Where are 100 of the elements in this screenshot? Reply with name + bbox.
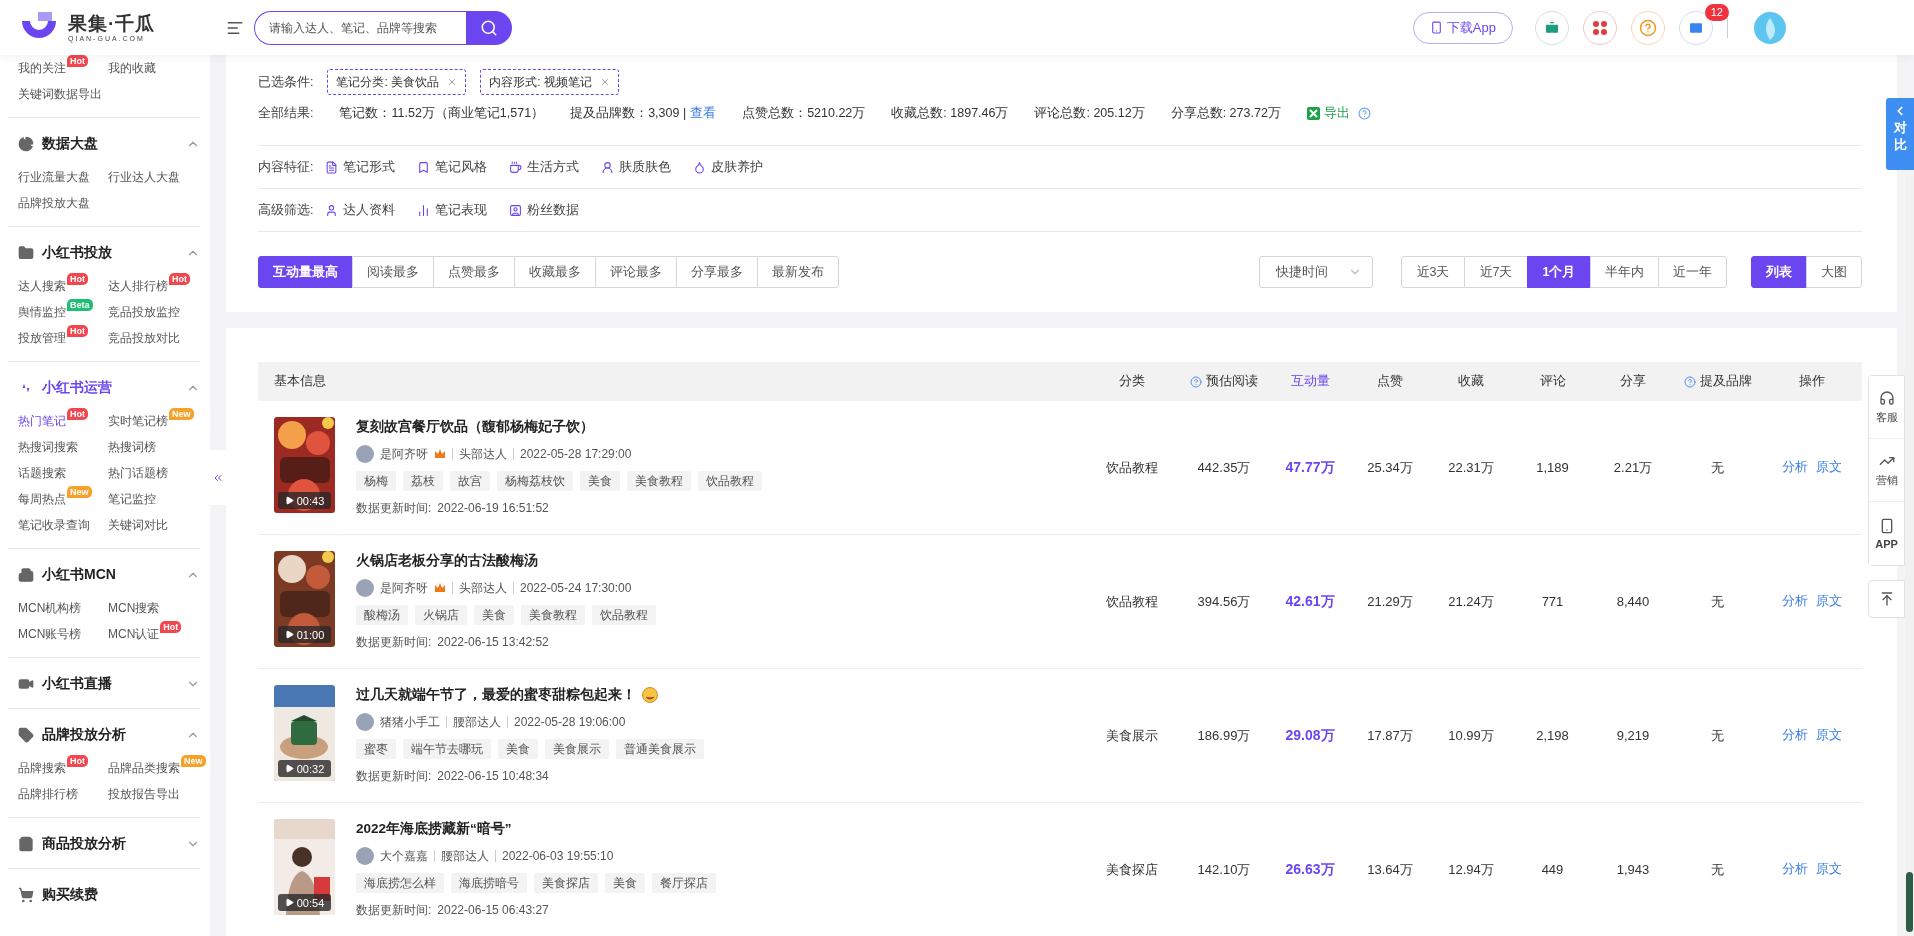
action-link[interactable]: 原文 (1816, 861, 1842, 878)
search-button[interactable] (466, 10, 512, 45)
sidebar-item[interactable]: 竞品投放监控 (108, 303, 180, 321)
action-link[interactable]: 分析 (1782, 727, 1808, 744)
filter-option[interactable]: 达人资料 (325, 201, 396, 219)
section-header[interactable]: 数据大盘 (8, 130, 200, 158)
section-header[interactable]: 品牌投放分析 (8, 721, 200, 749)
sidebar-item[interactable]: 舆情监控 (18, 303, 66, 321)
tag[interactable]: 美食 (580, 471, 620, 491)
note-title[interactable]: 2022年海底捞藏新“暗号” (356, 820, 512, 838)
tag[interactable]: 普通美食展示 (616, 739, 704, 759)
author-name[interactable]: 是阿齐呀 (380, 579, 428, 597)
sidebar-item[interactable]: 关键词数据导出 (18, 85, 102, 103)
scrollbar[interactable] (1905, 176, 1914, 936)
toolbox-button[interactable] (1535, 10, 1569, 45)
back-to-top-button[interactable] (1868, 580, 1905, 618)
apps-button[interactable] (1583, 10, 1617, 45)
sidebar-item[interactable]: 品牌品类搜索 (108, 759, 180, 777)
note-title[interactable]: 复刻故宫餐厅饮品（馥郁杨梅妃子饮） (356, 418, 594, 436)
sort-tab[interactable]: 阅读最多 (352, 256, 434, 288)
action-link[interactable]: 分析 (1782, 593, 1808, 610)
tag[interactable]: 美食 (605, 873, 645, 893)
video-thumbnail[interactable]: 01:00 (274, 551, 335, 647)
author-name[interactable]: 猪猪小手工 (380, 713, 440, 731)
sidebar-item[interactable]: 投放报告导出 (108, 785, 180, 803)
filter-option[interactable]: 笔记形式 (325, 158, 396, 176)
download-app-button[interactable]: 下载App (1412, 11, 1513, 44)
sidebar-item[interactable]: 我的收藏 (108, 59, 156, 77)
sidebar-item[interactable]: MCN认证 (108, 625, 160, 643)
sidebar-item[interactable]: 达人排行榜 (108, 277, 168, 295)
filter-option[interactable]: 皮肤养护 (693, 158, 764, 176)
sidebar-item[interactable]: 我的关注 (18, 59, 66, 77)
sidebar-item[interactable]: 热搜词搜索 (18, 438, 78, 456)
sidebar-item[interactable]: 热搜词榜 (108, 438, 156, 456)
sidebar-item[interactable]: 品牌搜索 (18, 759, 66, 777)
help-icon[interactable] (1683, 375, 1696, 388)
sidebar-item[interactable]: 品牌投放大盘 (18, 194, 90, 212)
help-button[interactable] (1631, 10, 1665, 45)
video-thumbnail[interactable]: 00:32 (274, 685, 335, 781)
sidebar-item[interactable]: 竞品投放对比 (108, 329, 180, 347)
sidebar-item[interactable]: 笔记监控 (108, 490, 156, 508)
tag[interactable]: 蜜枣 (356, 739, 396, 759)
sidebar-item[interactable]: 实时笔记榜 (108, 412, 168, 430)
tag[interactable]: 饮品教程 (592, 605, 656, 625)
tag[interactable]: 杨梅 (356, 471, 396, 491)
section-header[interactable]: 小红书投放 (8, 239, 200, 267)
tag[interactable]: 端午节去哪玩 (403, 739, 491, 759)
sort-tab[interactable]: 收藏最多 (514, 256, 596, 288)
filter-option[interactable]: 生活方式 (509, 158, 580, 176)
filter-option[interactable]: 笔记表现 (417, 201, 488, 219)
sort-tab[interactable]: 分享最多 (676, 256, 758, 288)
section-header[interactable]: 小红书运营 (8, 374, 200, 402)
column-header[interactable]: 互动量 (1270, 373, 1350, 390)
tag[interactable]: 美食展示 (545, 739, 609, 759)
tag[interactable]: 美食 (474, 605, 514, 625)
sort-tab[interactable]: 评论最多 (595, 256, 677, 288)
sort-tab[interactable]: 最新发布 (757, 256, 839, 288)
close-icon[interactable] (447, 77, 458, 87)
sidebar-item[interactable]: MCN机构榜 (18, 599, 82, 617)
section-header[interactable]: 小红书MCN (8, 561, 200, 589)
sidebar-item[interactable]: 达人搜索 (18, 277, 66, 295)
video-thumbnail[interactable]: 00:43 (274, 417, 335, 513)
sort-tab[interactable]: 点赞最多 (433, 256, 515, 288)
filter-chip[interactable]: 内容形式: 视频笔记 (480, 69, 619, 95)
sidebar-item[interactable]: 行业流量大盘 (18, 168, 90, 186)
tag[interactable]: 美食 (498, 739, 538, 759)
tag[interactable]: 杨梅荔枝饮 (497, 471, 573, 491)
sidebar-item[interactable]: MCN搜索 (108, 599, 160, 617)
sidebar-item[interactable]: 每周热点 (18, 490, 66, 508)
range-tab[interactable]: 近一年 (1658, 256, 1727, 288)
filter-option[interactable]: 肤质肤色 (601, 158, 672, 176)
author-name[interactable]: 大个嘉嘉 (380, 847, 428, 865)
view-tab[interactable]: 列表 (1751, 256, 1807, 288)
sidebar-item[interactable]: 热门话题榜 (108, 464, 168, 482)
filter-option[interactable]: 笔记风格 (417, 158, 488, 176)
action-link[interactable]: 分析 (1782, 459, 1808, 476)
section-header[interactable]: 小红书直播 (8, 670, 200, 698)
export-button[interactable]: 导出 (1306, 105, 1350, 122)
tag[interactable]: 荔枝 (403, 471, 443, 491)
sort-tab[interactable]: 互动量最高 (258, 256, 353, 288)
section-header[interactable]: 商品投放分析 (8, 830, 200, 858)
section-header[interactable]: 购买续费 (8, 881, 200, 909)
action-link[interactable]: 原文 (1816, 727, 1842, 744)
tag[interactable]: 美食教程 (521, 605, 585, 625)
filter-option[interactable]: 粉丝数据 (509, 201, 580, 219)
note-title[interactable]: 火锅店老板分享的古法酸梅汤 (356, 552, 538, 570)
time-select[interactable]: 快捷时间 (1259, 256, 1373, 288)
range-tab[interactable]: 近3天 (1401, 256, 1465, 288)
range-tab[interactable]: 1个月 (1527, 256, 1591, 288)
search-field[interactable]: 请输入达人、笔记、品牌等搜索 (254, 10, 466, 45)
tag[interactable]: 餐厅探店 (652, 873, 716, 893)
range-tab[interactable]: 半年内 (1590, 256, 1659, 288)
sidebar-item[interactable]: 关键词对比 (108, 516, 168, 534)
tag[interactable]: 海底捞怎么样 (356, 873, 444, 893)
sidebar-item[interactable]: 投放管理 (18, 329, 66, 347)
sidebar-item[interactable]: 品牌排行榜 (18, 785, 78, 803)
tag[interactable]: 海底捞暗号 (451, 873, 527, 893)
filter-chip[interactable]: 笔记分类: 美食饮品 (327, 69, 467, 95)
sidebar-item[interactable]: 热门笔记 (18, 412, 66, 430)
help-icon[interactable] (1190, 375, 1202, 388)
